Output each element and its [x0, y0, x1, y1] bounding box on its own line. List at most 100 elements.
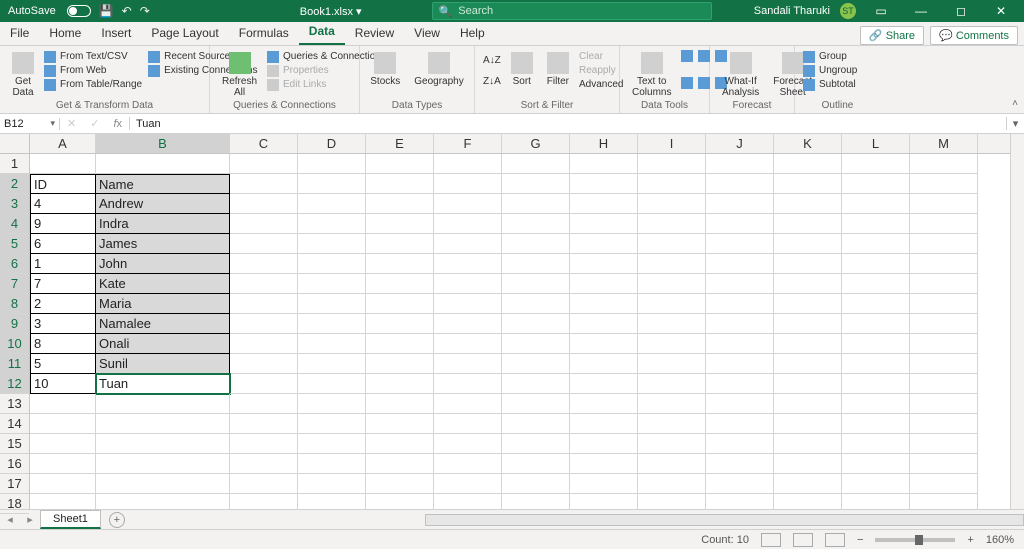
cell-H12[interactable] [570, 374, 638, 394]
comments-button[interactable]: 💬 Comments [930, 26, 1018, 45]
zoom-slider[interactable] [875, 538, 955, 542]
cell-K11[interactable] [774, 354, 842, 374]
row-header[interactable]: 12 [0, 374, 29, 394]
cell-M11[interactable] [910, 354, 978, 374]
cell-B17[interactable] [96, 474, 230, 494]
cell-A9[interactable]: 3 [30, 314, 96, 334]
cell-C11[interactable] [230, 354, 298, 374]
cell-C10[interactable] [230, 334, 298, 354]
close-icon[interactable]: ✕ [986, 4, 1016, 18]
cell-K1[interactable] [774, 154, 842, 174]
stocks-button[interactable]: Stocks [366, 50, 404, 89]
remove-duplicates-icon[interactable] [698, 50, 710, 62]
cell-F12[interactable] [434, 374, 502, 394]
column-header-C[interactable]: C [230, 134, 298, 153]
tab-insert[interactable]: Insert [91, 22, 141, 45]
cell-H15[interactable] [570, 434, 638, 454]
cell-M17[interactable] [910, 474, 978, 494]
cell-F4[interactable] [434, 214, 502, 234]
zoom-level[interactable]: 160% [986, 534, 1014, 546]
cancel-formula-icon[interactable]: ✕ [67, 117, 76, 130]
row-header[interactable]: 1 [0, 154, 29, 174]
tab-help[interactable]: Help [450, 22, 495, 45]
cell-A16[interactable] [30, 454, 96, 474]
cell-G15[interactable] [502, 434, 570, 454]
cell-I4[interactable] [638, 214, 706, 234]
cell-D12[interactable] [298, 374, 366, 394]
sheet-prev-icon[interactable]: ◂ [7, 513, 13, 526]
cell-B18[interactable] [96, 494, 230, 509]
cell-D5[interactable] [298, 234, 366, 254]
cell-K18[interactable] [774, 494, 842, 509]
column-header-G[interactable]: G [502, 134, 570, 153]
cell-H8[interactable] [570, 294, 638, 314]
cell-M13[interactable] [910, 394, 978, 414]
cell-E4[interactable] [366, 214, 434, 234]
consolidate-icon[interactable] [681, 77, 693, 89]
cell-F6[interactable] [434, 254, 502, 274]
row-header[interactable]: 18 [0, 494, 29, 514]
column-header-I[interactable]: I [638, 134, 706, 153]
sort-asc-icon[interactable]: A↓Z [483, 55, 501, 66]
cell-I3[interactable] [638, 194, 706, 214]
cell-A14[interactable] [30, 414, 96, 434]
cell-F3[interactable] [434, 194, 502, 214]
cell-G14[interactable] [502, 414, 570, 434]
cell-E16[interactable] [366, 454, 434, 474]
cell-E12[interactable] [366, 374, 434, 394]
tab-file[interactable]: File [0, 22, 39, 45]
sheet-tab[interactable]: Sheet1 [40, 510, 101, 529]
column-header-A[interactable]: A [30, 134, 96, 153]
sheet-next-icon[interactable]: ▸ [27, 513, 33, 526]
cell-K10[interactable] [774, 334, 842, 354]
cell-M5[interactable] [910, 234, 978, 254]
sort-desc-icon[interactable]: Z↓A [483, 76, 501, 87]
cell-H10[interactable] [570, 334, 638, 354]
cell-E14[interactable] [366, 414, 434, 434]
cell-H13[interactable] [570, 394, 638, 414]
cell-M4[interactable] [910, 214, 978, 234]
cell-D2[interactable] [298, 174, 366, 194]
cell-H4[interactable] [570, 214, 638, 234]
row-header[interactable]: 13 [0, 394, 29, 414]
page-layout-view-icon[interactable] [793, 533, 813, 547]
cell-G12[interactable] [502, 374, 570, 394]
cell-K15[interactable] [774, 434, 842, 454]
cell-D14[interactable] [298, 414, 366, 434]
cell-D13[interactable] [298, 394, 366, 414]
cell-K13[interactable] [774, 394, 842, 414]
refresh-all-button[interactable]: Refresh All [218, 50, 261, 100]
cell-D9[interactable] [298, 314, 366, 334]
cell-I8[interactable] [638, 294, 706, 314]
cell-I17[interactable] [638, 474, 706, 494]
cell-L12[interactable] [842, 374, 910, 394]
cell-G2[interactable] [502, 174, 570, 194]
cell-F10[interactable] [434, 334, 502, 354]
cell-H5[interactable] [570, 234, 638, 254]
row-header[interactable]: 14 [0, 414, 29, 434]
cell-C9[interactable] [230, 314, 298, 334]
cell-J15[interactable] [706, 434, 774, 454]
cell-B12[interactable]: Tuan [96, 374, 230, 394]
cell-B13[interactable] [96, 394, 230, 414]
cell-M9[interactable] [910, 314, 978, 334]
cell-C16[interactable] [230, 454, 298, 474]
cell-H9[interactable] [570, 314, 638, 334]
cell-L13[interactable] [842, 394, 910, 414]
cell-J7[interactable] [706, 274, 774, 294]
zoom-in-icon[interactable]: + [967, 534, 973, 546]
collapse-ribbon-icon[interactable]: ˄ [1012, 98, 1018, 109]
cell-A13[interactable] [30, 394, 96, 414]
fx-icon[interactable]: fx [113, 118, 122, 130]
cell-D18[interactable] [298, 494, 366, 509]
cell-J4[interactable] [706, 214, 774, 234]
zoom-out-icon[interactable]: − [857, 534, 863, 546]
tab-data[interactable]: Data [299, 20, 345, 45]
column-header-B[interactable]: B [96, 134, 230, 153]
cell-L8[interactable] [842, 294, 910, 314]
cell-L16[interactable] [842, 454, 910, 474]
cell-J10[interactable] [706, 334, 774, 354]
advanced-filter[interactable]: Advanced [579, 78, 623, 92]
cell-K12[interactable] [774, 374, 842, 394]
expand-formula-bar-icon[interactable]: ▾ [1006, 117, 1024, 130]
